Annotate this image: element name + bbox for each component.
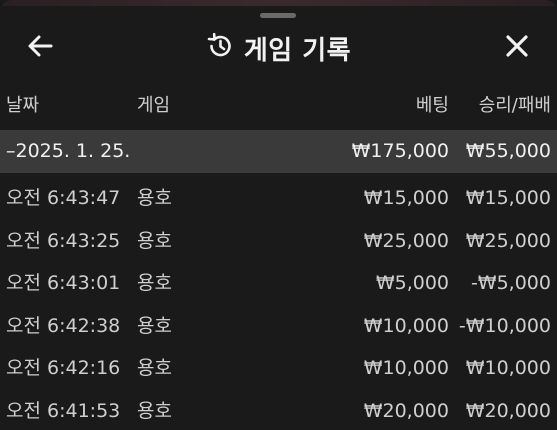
row-time: 오전 6:43:25 [6,229,121,252]
row-time: 오전 6:42:16 [6,357,121,379]
group-result-total: ₩55,000 [465,140,551,162]
row-time: 오전 6:41:53 [6,399,121,422]
background-strip [0,0,557,6]
row-game: 용호 [137,187,172,209]
column-game: 게임 [137,95,171,116]
row-result: ₩20,000 [465,399,551,422]
row-time: 오전 6:42:38 [6,314,121,337]
history-row[interactable]: 오전 6:43:25 용호 ₩25,000 ₩25,000 [0,216,557,259]
history-row[interactable]: 오전 6:43:47 용호 ₩15,000 ₩15,000 [0,173,557,216]
row-game: 용호 [137,229,172,252]
history-row[interactable]: 오전 6:41:53 용호 ₩20,000 ₩20,000 [0,386,557,429]
row-bet: ₩20,000 [363,399,449,422]
row-time: 오전 6:43:01 [6,272,121,294]
row-result: ₩15,000 [465,187,551,209]
row-game: 용호 [137,314,172,337]
row-bet: ₩5,000 [375,272,449,294]
row-bet: ₩10,000 [363,357,449,379]
history-row[interactable]: 오전 6:43:01 용호 ₩5,000 -₩5,000 [0,258,557,301]
row-game: 용호 [137,399,172,422]
row-bet: ₩10,000 [363,314,449,337]
row-game: 용호 [137,357,172,379]
history-icon [206,32,234,64]
history-list: 오전 6:43:47 용호 ₩15,000 ₩15,000 오전 6:43:25… [0,173,557,428]
row-result: -₩10,000 [458,314,551,337]
close-icon [505,34,529,62]
column-result: 승리/패배 [478,95,551,116]
row-bet: ₩15,000 [363,187,449,209]
row-result: ₩25,000 [465,229,551,252]
page-title: 게임 기록 [243,35,352,66]
game-history-panel: 게임 기록 날짜 게임 베팅 승리/패배 –2025. 1. 25. ₩175,… [0,0,557,430]
row-bet: ₩25,000 [363,229,449,252]
history-row[interactable]: 오전 6:42:38 용호 ₩10,000 -₩10,000 [0,301,557,344]
header: 게임 기록 [0,24,557,72]
row-result: ₩10,000 [465,357,551,379]
group-date-label: –2025. 1. 25. [6,140,131,162]
column-date: 날짜 [6,95,40,116]
history-row[interactable]: 오전 6:42:16 용호 ₩10,000 ₩10,000 [0,343,557,386]
row-game: 용호 [137,272,172,294]
close-button[interactable] [499,30,535,66]
date-group-row[interactable]: –2025. 1. 25. ₩175,000 ₩55,000 [0,130,557,173]
row-result: -₩5,000 [470,272,551,294]
drag-handle[interactable] [260,13,296,18]
title-group: 게임 기록 [0,24,557,72]
column-header: 날짜 게임 베팅 승리/패배 [0,84,557,128]
row-time: 오전 6:43:47 [6,187,121,209]
group-bet-total: ₩175,000 [351,140,449,162]
column-bet: 베팅 [415,95,449,116]
